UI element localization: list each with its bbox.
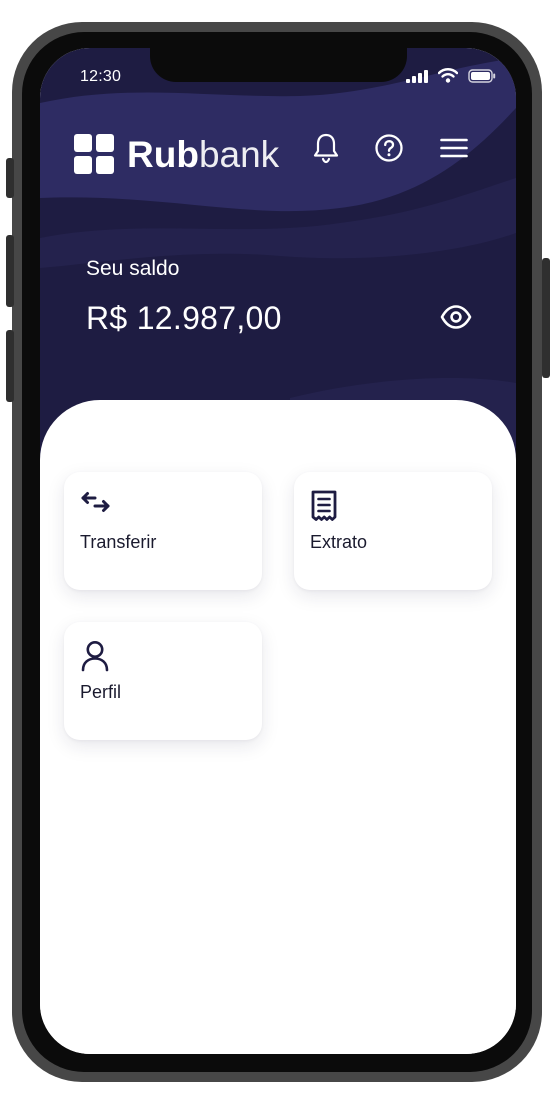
eye-icon: [440, 305, 472, 329]
transfer-card[interactable]: Transferir: [64, 472, 262, 590]
help-button[interactable]: [371, 130, 407, 166]
logo-grid-icon: [74, 134, 114, 174]
receipt-icon: [310, 490, 338, 527]
transfer-arrows-icon: [80, 490, 112, 519]
transfer-card-label: Transferir: [80, 532, 157, 552]
notifications-button[interactable]: [308, 130, 344, 166]
statement-card[interactable]: Extrato: [294, 472, 492, 590]
user-icon: [80, 640, 110, 677]
hamburger-menu-icon: [440, 138, 468, 158]
phone-notch: [150, 48, 407, 82]
phone-volume-up-button: [6, 235, 14, 307]
status-icons: [406, 68, 496, 83]
bell-icon: [313, 133, 339, 164]
menu-button[interactable]: [436, 130, 472, 166]
profile-card-label: Perfil: [80, 682, 122, 702]
status-time: 12:30: [80, 68, 122, 85]
actions-panel: Transferir Extrato Perfil: [40, 400, 516, 1054]
profile-card[interactable]: Perfil: [64, 622, 262, 740]
logo-wordmark-bold: Rub: [127, 133, 199, 175]
app-screen: 12:30 Rubbank Seu saldo R$ 12.987,00 Tra…: [40, 48, 516, 1054]
phone-power-button: [542, 258, 550, 378]
rubbank-logo: Rubbank: [74, 134, 279, 174]
phone-volume-down-button: [6, 330, 14, 402]
statement-card-label: Extrato: [310, 532, 368, 552]
balance-label: Seu saldo: [86, 257, 180, 280]
wifi-icon: [438, 68, 458, 83]
cellular-signal-icon: [406, 69, 428, 83]
logo-wordmark: Rubbank: [127, 136, 279, 173]
toggle-balance-visibility-button[interactable]: [438, 301, 474, 333]
logo-wordmark-light: bank: [198, 133, 280, 175]
help-icon: [375, 134, 403, 162]
phone-side-button: [6, 158, 14, 198]
balance-value: R$ 12.987,00: [86, 300, 282, 336]
battery-icon: [468, 68, 496, 83]
